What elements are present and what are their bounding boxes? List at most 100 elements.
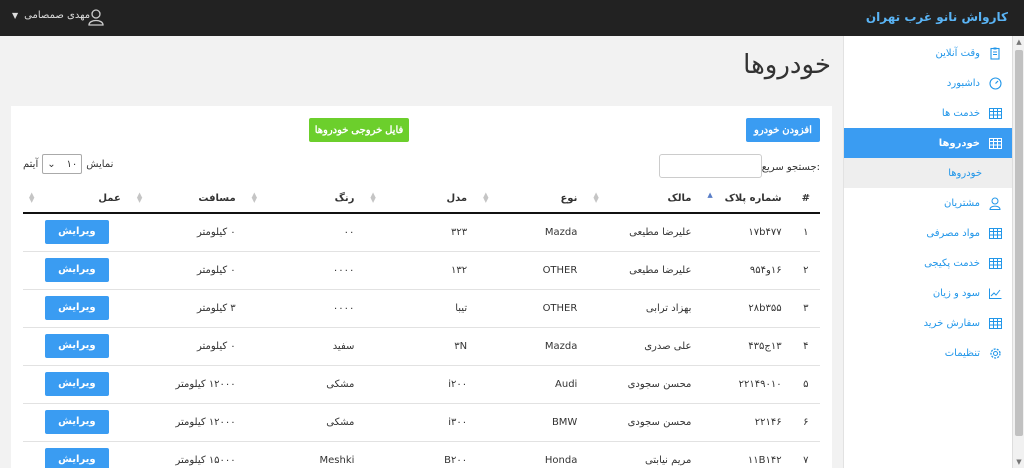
table-icon bbox=[988, 106, 1002, 120]
gear-icon bbox=[988, 346, 1002, 360]
edit-button[interactable]: ویرایش bbox=[44, 220, 109, 245]
cell-model: ۱۳۲ bbox=[364, 251, 478, 290]
page-length-value: ۱۰ bbox=[66, 158, 78, 170]
search-input[interactable] bbox=[659, 154, 762, 178]
cell-action: ویرایش bbox=[23, 403, 131, 442]
user-menu[interactable]: ▼ مهدی صمصامی bbox=[12, 10, 90, 21]
sidebar-item[interactable]: خودروها bbox=[844, 128, 1012, 158]
clipboard-icon bbox=[988, 46, 1002, 60]
column-header[interactable]: # bbox=[791, 184, 820, 214]
cell-type: OTHER bbox=[477, 251, 588, 290]
edit-button[interactable]: ویرایش bbox=[44, 296, 109, 320]
sidebar-item[interactable]: داشبورد bbox=[844, 68, 1012, 98]
sidebar-item[interactable]: سفارش خرید bbox=[844, 308, 1012, 338]
page-scrollbar[interactable]: ▲ ▼ bbox=[1012, 36, 1024, 468]
caret-down-icon: ▼ bbox=[12, 11, 19, 20]
cell-color: ۰۰۰۰ bbox=[245, 251, 365, 290]
cell-color: ۰۰۰۰ bbox=[245, 289, 365, 328]
page-title: خودروها bbox=[743, 50, 831, 80]
sidebar-subitem-vehicles[interactable]: خودروها bbox=[844, 158, 1012, 188]
search-label: جستجو سریع: bbox=[761, 162, 820, 173]
top-navbar: کارواش نانو غرب تهران ▼ مهدی صمصامی bbox=[0, 0, 1024, 36]
cell-num: ۱ bbox=[791, 213, 820, 252]
scroll-down-arrow-icon[interactable]: ▼ bbox=[1015, 458, 1023, 466]
sidebar-item-label: وقت آنلاین bbox=[935, 47, 980, 59]
sort-icon: ▲ ▼ bbox=[136, 191, 143, 204]
edit-button[interactable]: ویرایش bbox=[44, 334, 109, 358]
cell-num: ۴ bbox=[791, 327, 820, 366]
column-header[interactable]: مالک ▲ ▼ bbox=[587, 184, 702, 214]
cell-plate: ۱۱B۱۴۲ bbox=[701, 441, 792, 468]
edit-button[interactable]: ویرایش bbox=[44, 410, 109, 434]
cell-plate: ۱۷b۴۷۷ bbox=[701, 213, 792, 252]
sidebar-item[interactable]: مواد مصرفی bbox=[844, 218, 1012, 248]
sidebar-item-label: سود و زیان bbox=[932, 287, 980, 299]
column-header-label: عمل bbox=[98, 192, 121, 204]
table-icon bbox=[988, 256, 1002, 270]
sidebar-item[interactable]: سود و زیان bbox=[844, 278, 1012, 308]
cell-model: تیبا bbox=[364, 289, 478, 328]
column-header[interactable]: شماره پلاک ▲ bbox=[701, 184, 792, 214]
brand-title[interactable]: کارواش نانو غرب تهران bbox=[866, 10, 1008, 24]
sort-icon: ▲ ▼ bbox=[251, 191, 258, 204]
sidebar-item[interactable]: خدمت ها bbox=[844, 98, 1012, 128]
table-row: ۳ ۲۸b۳۵۵ بهزاد ترابی OTHER تیبا ۰۰۰۰ ۳ کیلومتر… bbox=[23, 289, 820, 328]
edit-button[interactable]: ویرایش bbox=[44, 372, 109, 396]
sidebar-item-label: خودروها bbox=[938, 137, 980, 149]
cell-num: ۲ bbox=[791, 251, 820, 290]
cell-num: ۷ bbox=[791, 441, 820, 468]
cell-color: ۰۰ bbox=[245, 213, 365, 252]
column-header[interactable]: عمل ▲ ▼ bbox=[23, 184, 131, 214]
edit-button[interactable]: ویرایش bbox=[44, 448, 109, 468]
column-header[interactable]: رنگ ▲ ▼ bbox=[245, 184, 365, 214]
cell-action: ویرایش bbox=[23, 441, 131, 468]
cell-action: ویرایش bbox=[23, 365, 131, 404]
scrollbar-thumb[interactable] bbox=[1015, 50, 1023, 436]
cell-plate: ۱۶و۹۵۴ bbox=[701, 251, 792, 290]
table-row: ۲ ۱۶و۹۵۴ علیرضا مطیعی OTHER ۱۳۲ ۰۰۰۰ ۰ کیلومتر… bbox=[23, 251, 820, 290]
sort-icon: ▲ ▼ bbox=[29, 191, 35, 204]
chevron-down-icon: ⌄ bbox=[47, 158, 56, 170]
sidebar-item[interactable]: خدمت پکیجی bbox=[844, 248, 1012, 278]
cell-owner: مریم نیابتی bbox=[587, 441, 702, 468]
cell-model: B۲۰۰ bbox=[364, 441, 478, 468]
column-header[interactable]: مسافت ▲ ▼ bbox=[130, 184, 246, 214]
cell-distance: ۳ کیلومتر bbox=[130, 289, 246, 328]
sidebar-item[interactable]: تنظیمات bbox=[844, 338, 1012, 368]
cell-owner: بهزاد ترابی bbox=[587, 289, 702, 328]
chart-icon bbox=[988, 286, 1002, 300]
cell-model: ۳۲۳ bbox=[364, 213, 478, 252]
scroll-up-arrow-icon[interactable]: ▲ bbox=[1015, 38, 1023, 46]
user-icon bbox=[88, 9, 104, 26]
cell-color: مشکی bbox=[245, 365, 365, 404]
column-header[interactable]: نوع ▲ ▼ bbox=[477, 184, 588, 214]
cell-owner: علیرضا مطیعی bbox=[587, 251, 702, 290]
length-prefix: نمایش bbox=[86, 158, 114, 170]
cell-model: ۳N bbox=[364, 327, 478, 366]
table-row: ۶ ۲۲۱۴۶ محسن سجودی BMW i۳۰۰ مشکی ۱۲۰۰۰ کیلومتر… bbox=[23, 403, 820, 442]
cell-distance: ۱۲۰۰۰ کیلومتر bbox=[130, 403, 246, 442]
sidebar-item-label: سفارش خرید bbox=[923, 317, 980, 329]
cell-owner: علیرضا مطیعی bbox=[587, 213, 702, 252]
sidebar-item[interactable]: وقت آنلاین bbox=[844, 38, 1012, 68]
cell-plate: ۱۳ج۴۳۵ bbox=[701, 327, 792, 366]
cell-num: ۶ bbox=[791, 403, 820, 442]
cell-color: سفید bbox=[245, 327, 365, 366]
add-vehicle-button[interactable]: افزودن خودرو bbox=[746, 118, 820, 142]
page-length-select[interactable]: ⌄ ۱۰ bbox=[42, 154, 83, 174]
sidebar-item[interactable]: مشتریان bbox=[844, 188, 1012, 218]
sidebar-item-label: مشتریان bbox=[944, 197, 980, 209]
cell-type: Audi bbox=[477, 365, 588, 404]
cell-distance: ۰ کیلومتر bbox=[130, 251, 246, 290]
sidebar: وقت آنلاین داشبورد خدمت ها خودروها خودروها مش… bbox=[843, 36, 1012, 468]
dashboard-icon bbox=[988, 76, 1002, 90]
cell-type: Mazda bbox=[477, 213, 588, 252]
sort-icon: ▲ ▼ bbox=[483, 191, 489, 204]
cell-color: Meshki bbox=[245, 441, 365, 468]
edit-button[interactable]: ویرایش bbox=[44, 258, 109, 282]
cell-plate: ۲۸b۳۵۵ bbox=[701, 289, 792, 328]
column-header[interactable]: مدل ▲ ▼ bbox=[364, 184, 478, 214]
export-vehicles-button[interactable]: فایل خروجی خودروها bbox=[309, 118, 409, 142]
cell-action: ویرایش bbox=[23, 251, 131, 290]
cell-distance: ۱۲۰۰۰ کیلومتر bbox=[130, 365, 246, 404]
